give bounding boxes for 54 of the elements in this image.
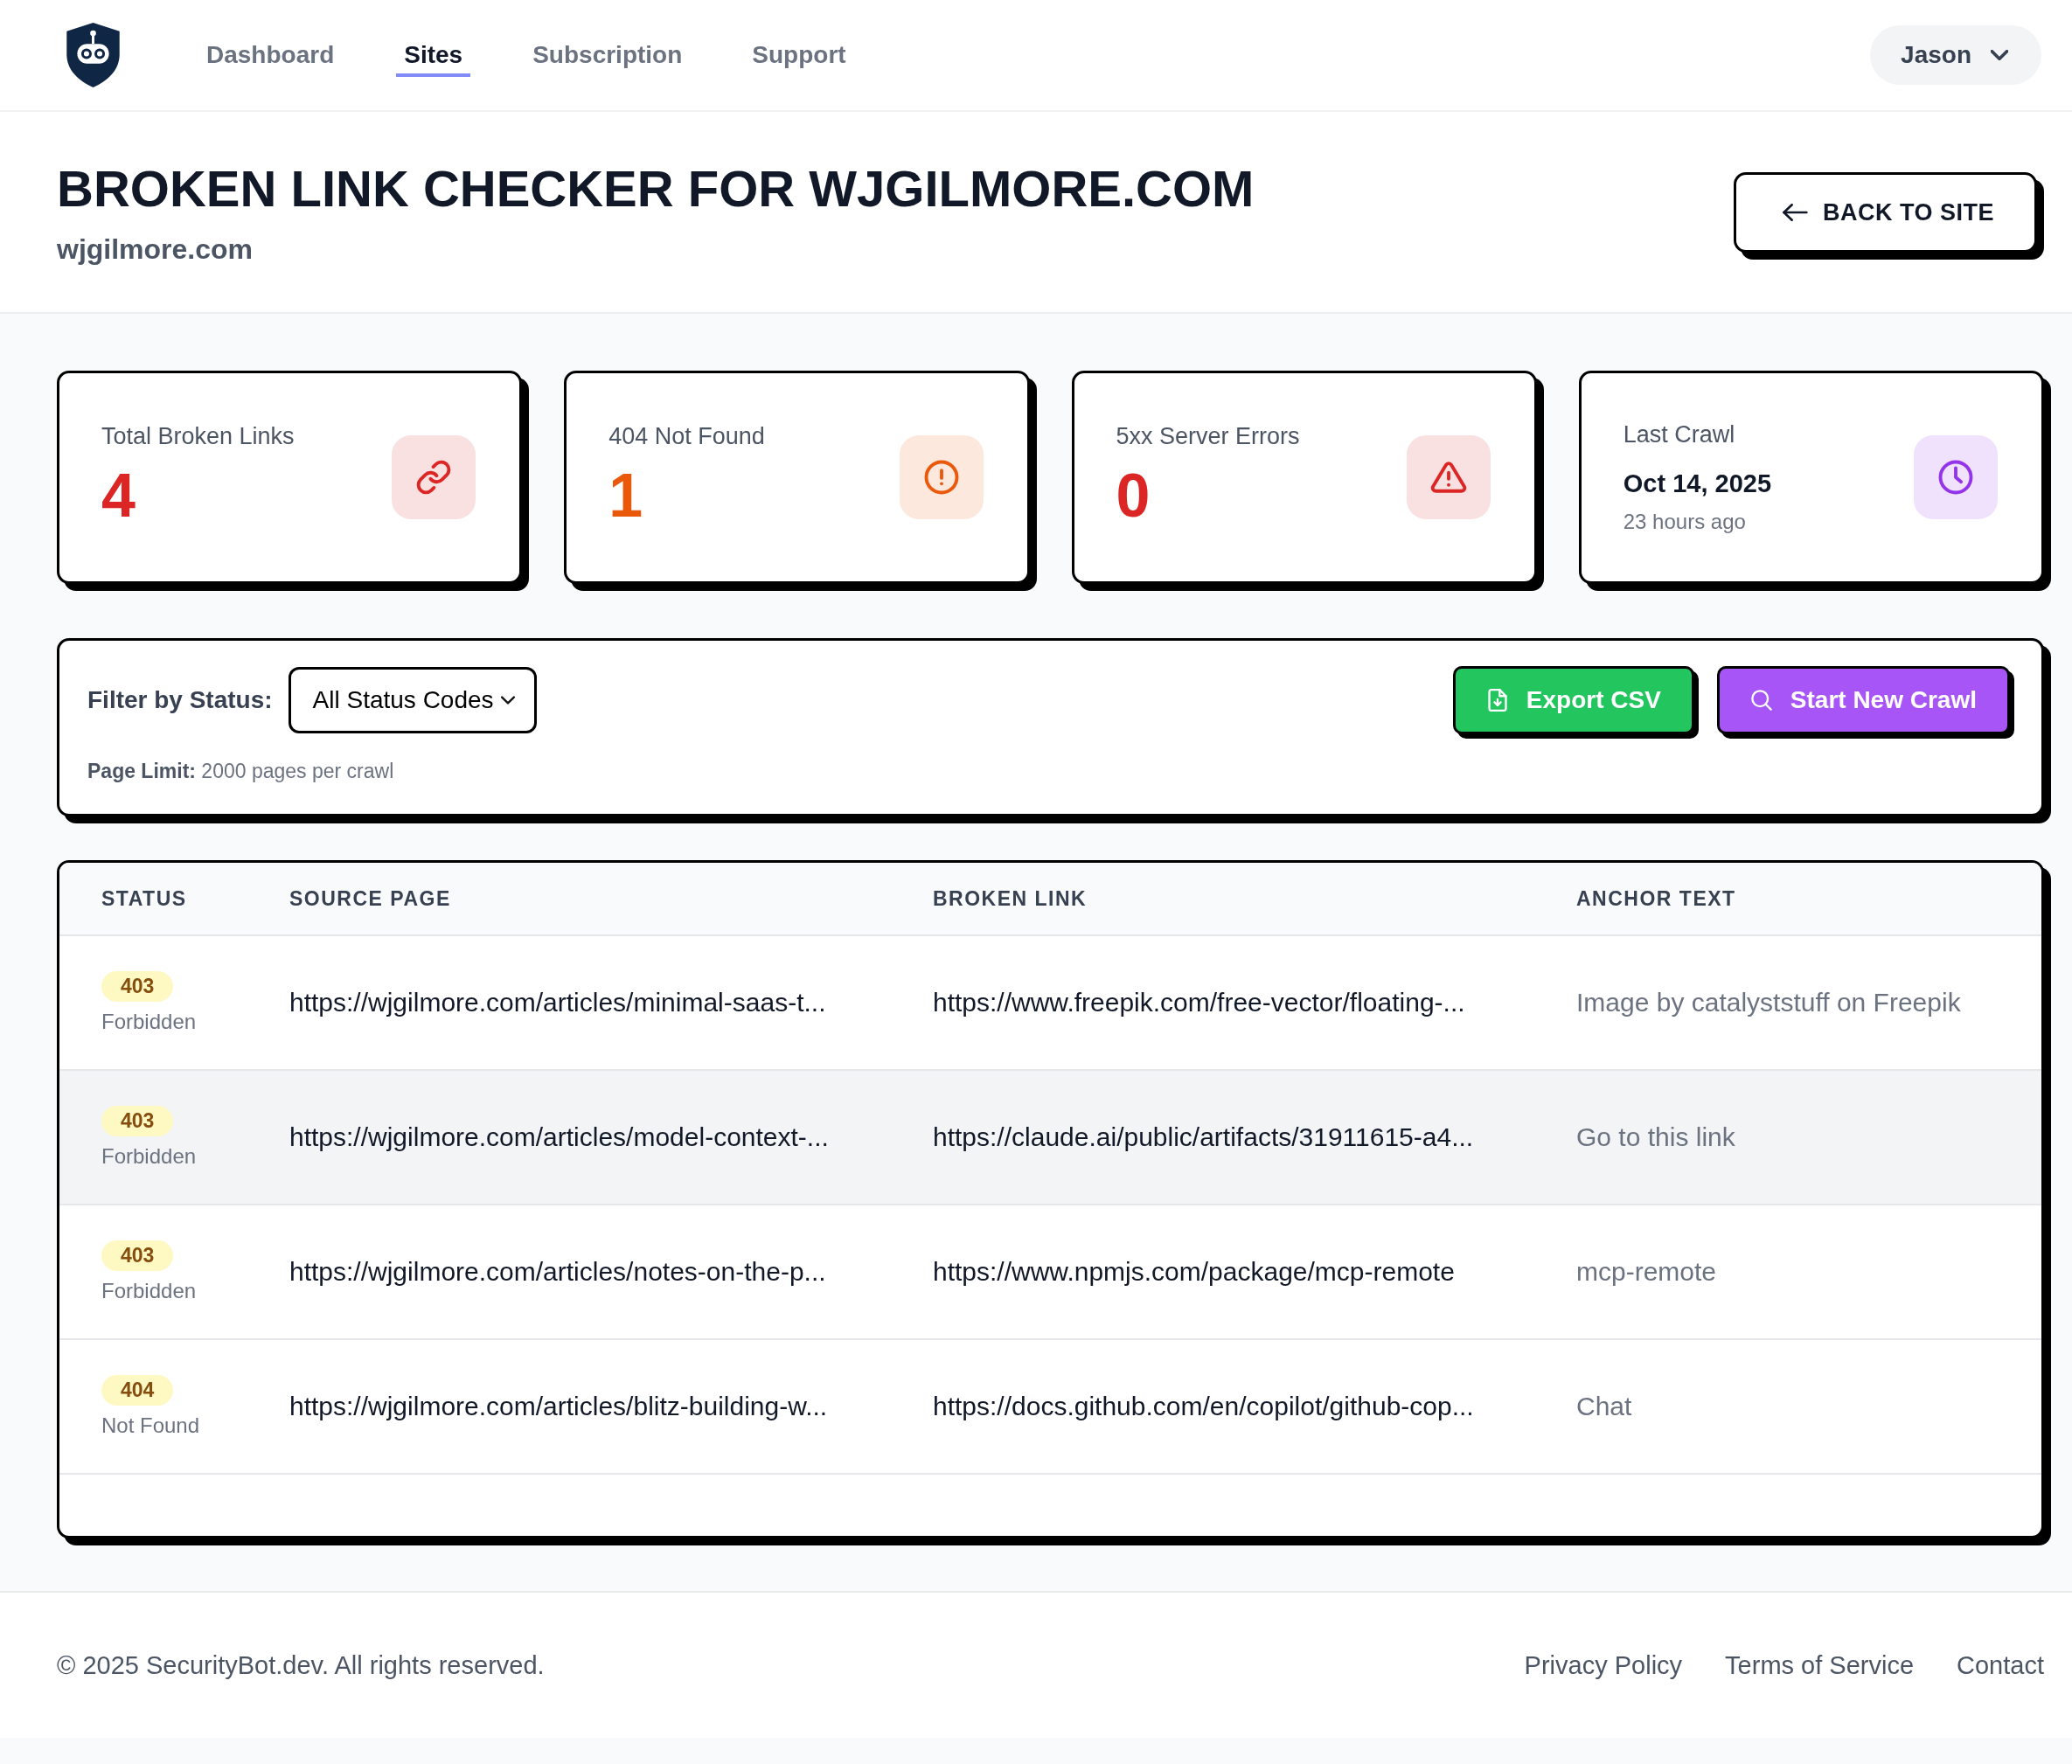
- broken-link-url: https://claude.ai/public/artifacts/31911615-a4...: [933, 1122, 1474, 1151]
- column-header: SOURCE PAGE: [289, 886, 452, 911]
- status-code-badge: 403: [101, 970, 174, 1002]
- status-select[interactable]: All Status Codes: [288, 667, 537, 733]
- stat-label: Total Broken Links: [101, 422, 295, 451]
- stat-label: Last Crawl: [1623, 420, 1736, 449]
- search-icon: [1749, 689, 1773, 712]
- copyright-text: © 2025 SecurityBot.dev. All rights reserved.: [57, 1650, 545, 1680]
- status-code-badge: 403: [101, 1240, 174, 1271]
- page-limit-text: Page Limit: 2000 pages per crawl: [87, 759, 395, 783]
- footer-link[interactable]: Privacy Policy: [1524, 1650, 1683, 1680]
- link-icon: [392, 435, 476, 519]
- status-text: Forbidden: [101, 1008, 197, 1035]
- footer-link[interactable]: Terms of Service: [1725, 1650, 1915, 1680]
- broken-link-url: https://docs.github.com/en/copilot/github-cop...: [933, 1392, 1474, 1420]
- filter-label: Filter by Status:: [87, 686, 273, 714]
- source-page-url: https://wjgilmore.com/articles/minimal-saas-t...: [289, 988, 826, 1017]
- nav-link[interactable]: Support: [744, 33, 854, 77]
- arrow-left-icon: [1781, 203, 1809, 221]
- status-code-badge: 404: [101, 1374, 174, 1406]
- crawl-time-ago: 23 hours ago: [1623, 509, 1747, 535]
- anchor-text: Chat: [1576, 1392, 1632, 1420]
- crawl-date: Oct 14, 2025: [1623, 469, 1772, 499]
- anchor-text: Image by catalyststuff on Freepik: [1576, 988, 1961, 1017]
- broken-link-url: https://www.npmjs.com/package/mcp-remote: [933, 1257, 1455, 1286]
- anchor-text: mcp-remote: [1576, 1257, 1717, 1286]
- chevron-down-icon: [500, 696, 515, 705]
- column-header: STATUS: [101, 886, 188, 911]
- status-text: Forbidden: [101, 1142, 197, 1170]
- user-menu-button[interactable]: Jason: [1870, 25, 2041, 85]
- column-header: ANCHOR TEXT: [1576, 886, 1737, 911]
- site-domain: wjgilmore.com: [57, 233, 254, 266]
- broken-link-url: https://www.freepik.com/free-vector/floating-...: [933, 988, 1465, 1017]
- nav-link[interactable]: Subscription: [525, 33, 691, 77]
- source-page-url: https://wjgilmore.com/articles/notes-on-the-p...: [289, 1257, 826, 1286]
- source-page-url: https://wjgilmore.com/articles/blitz-building-w...: [289, 1392, 828, 1420]
- footer-link[interactable]: Contact: [1957, 1650, 2044, 1680]
- status-text: Not Found: [101, 1412, 200, 1439]
- page-title: BROKEN LINK CHECKER FOR WJGILMORE.COM: [57, 159, 1255, 219]
- nav-link[interactable]: Sites: [396, 33, 471, 77]
- stat-value: 0: [1116, 461, 1151, 531]
- chevron-down-icon: [1991, 50, 2008, 60]
- column-header: BROKEN LINK: [933, 886, 1088, 911]
- stat-label: 404 Not Found: [608, 422, 765, 451]
- source-page-url: https://wjgilmore.com/articles/model-context-...: [289, 1122, 829, 1151]
- status-text: Forbidden: [101, 1277, 197, 1304]
- stat-label: 5xx Server Errors: [1116, 422, 1300, 451]
- status-code-badge: 403: [101, 1105, 174, 1136]
- anchor-text: Go to this link: [1576, 1122, 1735, 1151]
- stat-value: 4: [101, 461, 136, 531]
- clock-icon: [1914, 435, 1998, 519]
- stat-value: 1: [608, 461, 644, 531]
- nav-link[interactable]: Dashboard: [198, 33, 343, 77]
- file-download-icon: [1485, 689, 1509, 712]
